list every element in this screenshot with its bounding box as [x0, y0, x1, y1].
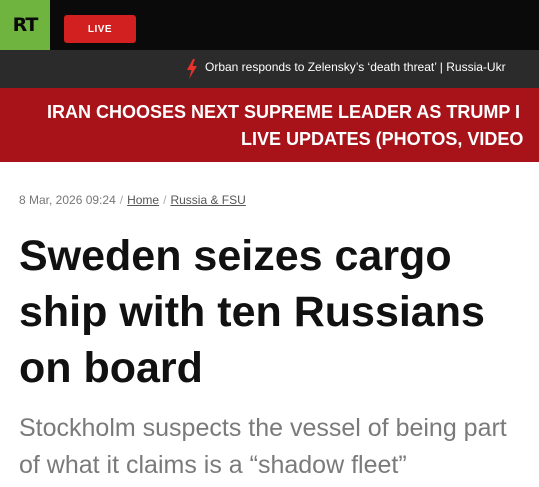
news-ticker[interactable]: Orban responds to Zelensky’s ‘death thre… — [0, 50, 539, 88]
ticker-headline[interactable]: Orban responds to Zelensky’s ‘death thre… — [205, 59, 506, 75]
breadcrumb-separator: / — [163, 193, 167, 207]
publish-date: 8 Mar, 2026 09:24 — [19, 193, 116, 207]
breadcrumb-section-link[interactable]: Russia & FSU — [170, 193, 245, 207]
rt-logo[interactable]: RT — [0, 0, 50, 50]
breadcrumb-home-link[interactable]: Home — [127, 193, 159, 207]
article-title: Sweden seizes cargo ship with ten Russia… — [19, 232, 485, 392]
article-meta: 8 Mar, 2026 09:24/Home / Russia & FSU — [19, 192, 246, 208]
breaking-news-banner[interactable]: IRAN CHOOSES NEXT SUPREME LEADER AS TRUM… — [0, 88, 539, 162]
breaking-headline-line-1[interactable]: IRAN CHOOSES NEXT SUPREME LEADER AS TRUM… — [47, 100, 520, 124]
logo-text: RT — [12, 14, 39, 36]
article-summary: Stockholm suspects the vessel of being p… — [19, 414, 507, 479]
breadcrumb-separator: / — [119, 193, 124, 207]
lightning-bolt-icon — [187, 59, 197, 79]
live-button[interactable]: LIVE — [64, 15, 136, 43]
top-navigation-bar: RT LIVE — [0, 0, 539, 50]
breaking-headline-line-2[interactable]: LIVE UPDATES (PHOTOS, VIDEO — [241, 127, 523, 151]
